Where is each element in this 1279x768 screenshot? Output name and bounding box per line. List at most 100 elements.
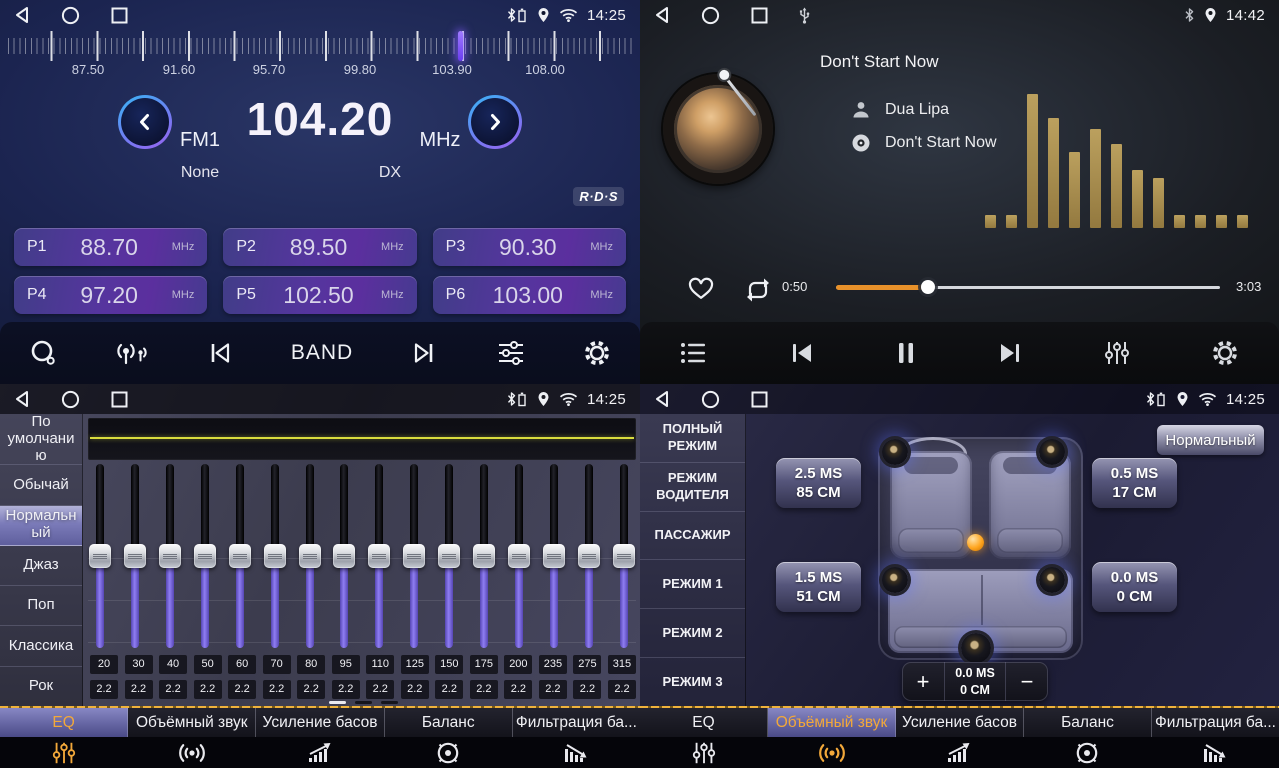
previous-track-button[interactable] bbox=[784, 337, 820, 369]
nav-recents-icon[interactable] bbox=[751, 391, 768, 408]
equalizer-button[interactable] bbox=[1099, 335, 1135, 371]
fc-value[interactable]: 70 bbox=[263, 655, 291, 674]
next-station-button[interactable] bbox=[405, 336, 443, 370]
eq-band-slider[interactable] bbox=[507, 464, 531, 648]
fc-value[interactable]: 40 bbox=[159, 655, 187, 674]
frequency-ruler[interactable] bbox=[8, 31, 632, 61]
mode-passenger[interactable]: ПАССАЖИР bbox=[640, 512, 745, 561]
progress-bar[interactable] bbox=[836, 286, 1220, 289]
mode-full[interactable]: ПОЛНЫЙ РЕЖИМ bbox=[640, 414, 745, 463]
pause-button[interactable] bbox=[891, 336, 921, 370]
fc-value[interactable]: 80 bbox=[297, 655, 325, 674]
preset-button-p4[interactable]: P497.20MHz bbox=[14, 276, 207, 314]
fc-value[interactable]: 235 bbox=[539, 655, 567, 674]
eq-band-slider[interactable] bbox=[228, 464, 252, 648]
tab-bass-boost-icon[interactable] bbox=[896, 741, 1024, 765]
eq-band-slider[interactable] bbox=[123, 464, 147, 648]
nav-home-icon[interactable] bbox=[61, 6, 80, 25]
mode-2[interactable]: РЕЖИМ 2 bbox=[640, 609, 745, 658]
tab-surround[interactable]: Объёмный звук bbox=[768, 708, 896, 737]
settings-button[interactable] bbox=[1206, 334, 1244, 372]
stereo-loc-button[interactable] bbox=[110, 335, 152, 371]
mode-driver[interactable]: РЕЖИМ ВОДИТЕЛЯ bbox=[640, 463, 745, 512]
fc-value[interactable]: 30 bbox=[125, 655, 153, 674]
preset-button-p2[interactable]: P289.50MHz bbox=[223, 228, 416, 266]
eq-band-slider[interactable] bbox=[263, 464, 287, 648]
q-value[interactable]: 2.2 bbox=[573, 680, 601, 699]
fc-value[interactable]: 110 bbox=[366, 655, 394, 674]
seek-up-button[interactable] bbox=[468, 95, 522, 149]
delay-decrease-button[interactable]: − bbox=[1006, 662, 1048, 701]
fc-value[interactable]: 175 bbox=[470, 655, 498, 674]
tab-bass-boost-icon[interactable] bbox=[256, 741, 384, 765]
tab-balance[interactable]: Баланс bbox=[385, 708, 513, 737]
q-value[interactable]: 2.2 bbox=[435, 680, 463, 699]
delay-rear-left-button[interactable]: 1.5 MS51 CM bbox=[776, 562, 861, 612]
nav-recents-icon[interactable] bbox=[751, 7, 768, 24]
nav-back-icon[interactable] bbox=[654, 390, 670, 408]
fc-value[interactable]: 200 bbox=[504, 655, 532, 674]
fc-value[interactable]: 95 bbox=[332, 655, 360, 674]
nav-recents-icon[interactable] bbox=[111, 7, 128, 24]
eq-band-slider[interactable] bbox=[367, 464, 391, 648]
nav-home-icon[interactable] bbox=[701, 390, 720, 409]
q-value[interactable]: 2.2 bbox=[470, 680, 498, 699]
q-value[interactable]: 2.2 bbox=[297, 680, 325, 699]
surround-preset-button[interactable]: Нормальный bbox=[1157, 425, 1264, 455]
q-value[interactable]: 2.2 bbox=[263, 680, 291, 699]
tab-eq[interactable]: EQ bbox=[0, 708, 128, 737]
listening-position-marker[interactable] bbox=[967, 534, 984, 551]
tab-eq-icon[interactable] bbox=[0, 740, 128, 766]
eq-band-slider[interactable] bbox=[612, 464, 636, 648]
fc-value[interactable]: 275 bbox=[573, 655, 601, 674]
q-value[interactable]: 2.2 bbox=[159, 680, 187, 699]
tab-eq[interactable]: EQ bbox=[640, 708, 768, 737]
q-value[interactable]: 2.2 bbox=[228, 680, 256, 699]
settings-button[interactable] bbox=[578, 334, 616, 372]
tab-balance-icon[interactable] bbox=[1023, 740, 1151, 766]
eq-band-slider[interactable] bbox=[577, 464, 601, 648]
tab-filter[interactable]: Фильтрация ба... bbox=[513, 708, 640, 737]
tab-surround-icon[interactable] bbox=[128, 741, 256, 765]
nav-back-icon[interactable] bbox=[14, 6, 30, 24]
eq-band-slider[interactable] bbox=[332, 464, 356, 648]
tab-bass-boost[interactable]: Усиление басов bbox=[256, 708, 384, 737]
tab-filter-icon[interactable] bbox=[512, 741, 640, 765]
q-value[interactable]: 2.2 bbox=[90, 680, 118, 699]
preset-button-p5[interactable]: P5102.50MHz bbox=[223, 276, 416, 314]
preset-button-p3[interactable]: P390.30MHz bbox=[433, 228, 626, 266]
fc-value[interactable]: 125 bbox=[401, 655, 429, 674]
playlist-button[interactable] bbox=[675, 336, 713, 370]
q-value[interactable]: 2.2 bbox=[194, 680, 222, 699]
nav-recents-icon[interactable] bbox=[111, 391, 128, 408]
next-track-button[interactable] bbox=[992, 337, 1028, 369]
tab-bass-boost[interactable]: Усиление басов bbox=[896, 708, 1024, 737]
tab-filter-icon[interactable] bbox=[1151, 741, 1279, 765]
q-value[interactable]: 2.2 bbox=[125, 680, 153, 699]
eq-preset-normal[interactable]: Нормальный bbox=[0, 506, 82, 546]
eq-band-slider[interactable] bbox=[402, 464, 426, 648]
repeat-button[interactable] bbox=[738, 273, 778, 307]
tab-filter[interactable]: Фильтрация ба... bbox=[1152, 708, 1279, 737]
delay-rear-right-button[interactable]: 0.0 MS0 CM bbox=[1092, 562, 1177, 612]
preset-button-p6[interactable]: P6103.00MHz bbox=[433, 276, 626, 314]
favorite-button[interactable] bbox=[682, 270, 720, 305]
q-value[interactable]: 2.2 bbox=[608, 680, 636, 699]
eq-band-slider[interactable] bbox=[88, 464, 112, 648]
fc-value[interactable]: 20 bbox=[90, 655, 118, 674]
tab-balance[interactable]: Баланс bbox=[1024, 708, 1152, 737]
eq-band-slider[interactable] bbox=[472, 464, 496, 648]
preset-button-p1[interactable]: P188.70MHz bbox=[14, 228, 207, 266]
eq-band-slider[interactable] bbox=[298, 464, 322, 648]
delay-front-right-button[interactable]: 0.5 MS17 CM bbox=[1092, 458, 1177, 508]
band-button[interactable]: BAND bbox=[287, 337, 357, 369]
tab-eq-icon[interactable] bbox=[640, 740, 768, 766]
q-value[interactable]: 2.2 bbox=[401, 680, 429, 699]
eq-preset-default[interactable]: По умолчанию bbox=[0, 414, 82, 465]
nav-home-icon[interactable] bbox=[701, 6, 720, 25]
eq-preset-jazz[interactable]: Джаз bbox=[0, 546, 82, 586]
audio-settings-button[interactable] bbox=[492, 335, 530, 371]
nav-back-icon[interactable] bbox=[654, 6, 670, 24]
delay-front-left-button[interactable]: 2.5 MS85 CM bbox=[776, 458, 861, 508]
q-value[interactable]: 2.2 bbox=[539, 680, 567, 699]
